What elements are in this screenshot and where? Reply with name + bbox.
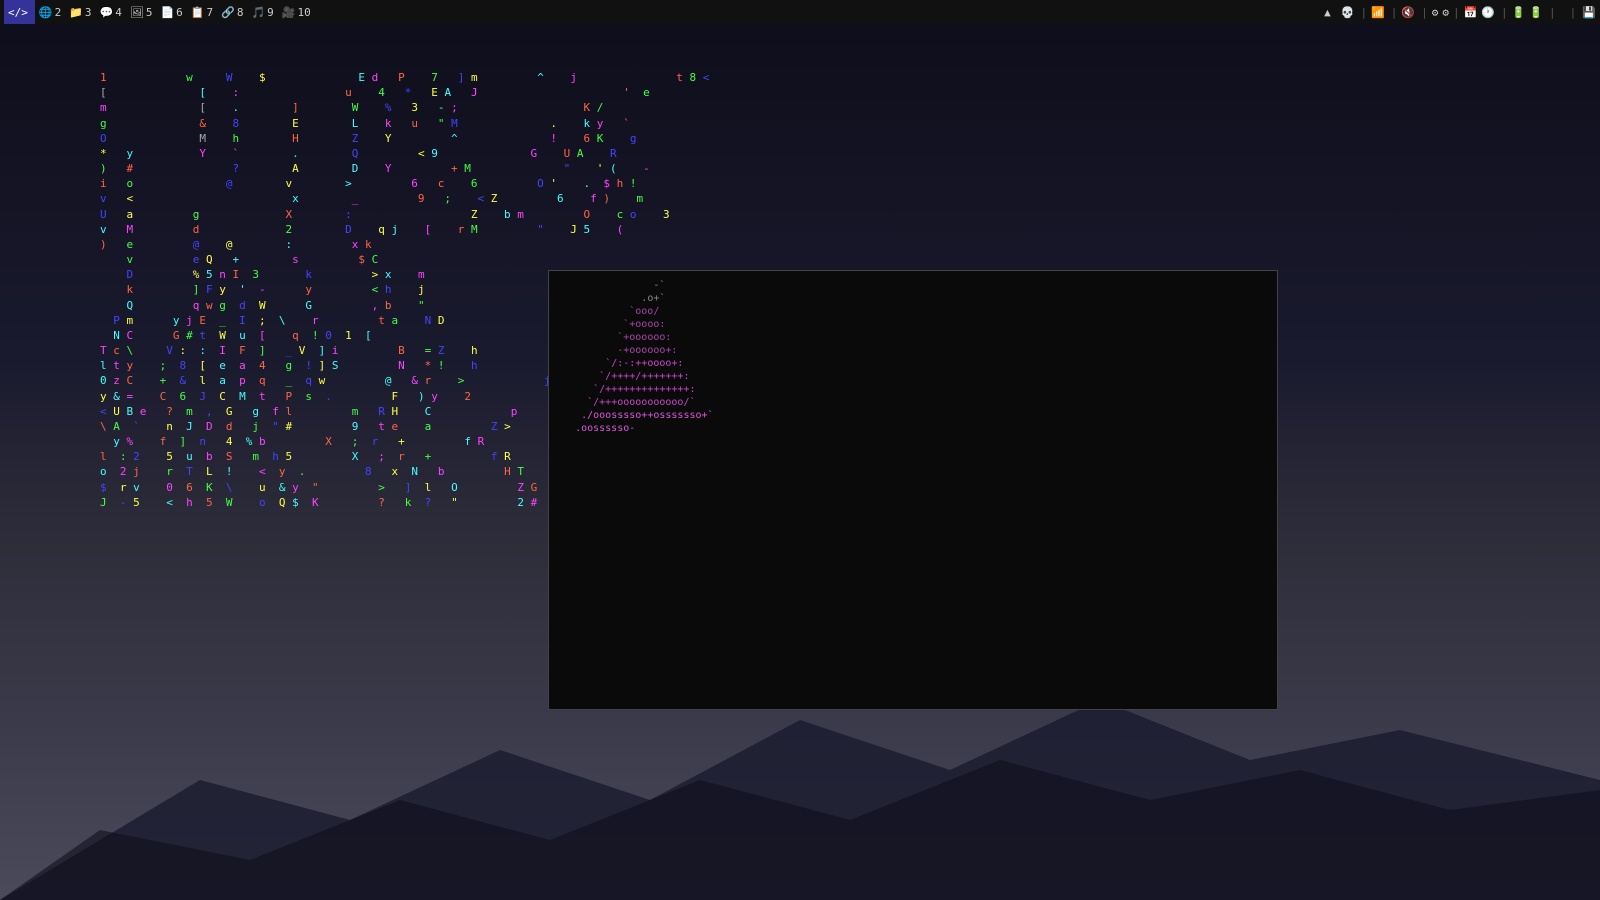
workspace-2-icon: 🌐	[39, 6, 53, 19]
statusbar-right: ▲ 💀 | 📶 | 🔇 | ⚙ ⚙ | 📅 🕐 | 🔋 🔋 | | 💾	[1324, 6, 1596, 19]
sep4: |	[1451, 6, 1462, 19]
sep7: |	[1568, 6, 1579, 19]
workspace-10[interactable]: 🎥 10	[278, 0, 315, 24]
workspace-7[interactable]: 📋 7	[187, 0, 217, 24]
calendar-icon: 📅	[1464, 6, 1478, 19]
window-up-icon: ▲	[1324, 6, 1331, 19]
workspace-5-icon: 🖼	[130, 6, 144, 19]
workspace-2-label: 2	[55, 6, 62, 19]
terminal-window[interactable]: -` .o+` `ooo/ `+oooo: `+oooooo: -+oooooo…	[548, 270, 1278, 710]
neofetch-display: -` .o+` `ooo/ `+oooo: `+oooooo: -+oooooo…	[557, 279, 1269, 661]
sep3: |	[1419, 6, 1430, 19]
terminal-content: -` .o+` `ooo/ `+oooo: `+oooooo: -+oooooo…	[549, 271, 1277, 709]
skull-icon: 💀	[1341, 6, 1355, 19]
workspace-9-icon: 🎵	[251, 6, 265, 19]
sep5: |	[1499, 6, 1510, 19]
workspace-1[interactable]: </>	[4, 0, 35, 24]
statusbar: </> 🌐 2 📁 3 💬 4 🖼 5 📄 6 📋 7 🔗 8 🎵 9 🎥 10…	[0, 0, 1600, 24]
workspace-7-icon: 📋	[191, 6, 205, 19]
workspace-1-icon: </>	[8, 6, 28, 19]
workspace-3-label: 3	[85, 6, 92, 19]
workspace-8-icon: 🔗	[221, 6, 235, 19]
workspace-3[interactable]: 📁 3	[65, 0, 95, 24]
cpu-icon: ⚙	[1432, 6, 1439, 19]
sep1: |	[1358, 6, 1369, 19]
workspace-5[interactable]: 🖼 5	[126, 0, 157, 24]
workspace-9[interactable]: 🎵 9	[247, 0, 277, 24]
hdd-icon: 💾	[1582, 6, 1596, 19]
clock-icon: 🕐	[1481, 6, 1495, 19]
workspace-4[interactable]: 💬 4	[96, 0, 126, 24]
gear-icon: ⚙	[1442, 6, 1449, 19]
workspace-6-label: 6	[176, 6, 183, 19]
battery-icon: 🔋	[1512, 6, 1526, 19]
workspace-6[interactable]: 📄 6	[156, 0, 186, 24]
workspace-9-label: 9	[267, 6, 274, 19]
workspace-5-label: 5	[146, 6, 153, 19]
arch-logo-art: -` .o+` `ooo/ `+oooo: `+oooooo: -+oooooo…	[557, 279, 877, 661]
workspace-3-icon: 📁	[69, 6, 83, 19]
workspace-10-icon: 🎥	[282, 6, 296, 19]
workspace-8-label: 8	[237, 6, 244, 19]
sep6: |	[1547, 6, 1558, 19]
wifi-icon: 📶	[1371, 6, 1385, 19]
workspace-10-label: 10	[297, 6, 310, 19]
workspace-6-icon: 📄	[160, 6, 174, 19]
workspace-8[interactable]: 🔗 8	[217, 0, 247, 24]
workspace-2[interactable]: 🌐 2	[35, 0, 65, 24]
sep2: |	[1389, 6, 1400, 19]
battery2-icon: 🔋	[1529, 6, 1543, 19]
workspace-4-icon: 💬	[100, 6, 114, 19]
volume-icon: 🔇	[1401, 6, 1415, 19]
workspace-7-label: 7	[206, 6, 213, 19]
workspace-4-label: 4	[115, 6, 122, 19]
